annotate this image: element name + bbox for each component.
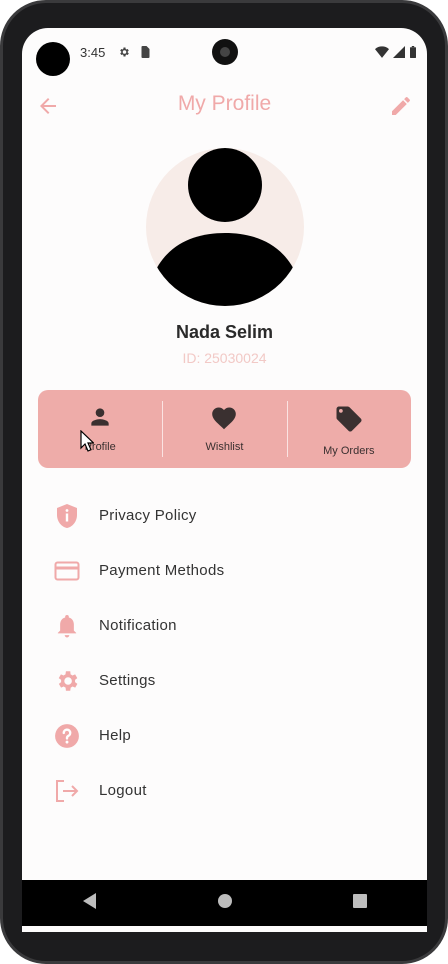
- menu-label-logout: Logout: [99, 782, 147, 799]
- status-time: 3:45: [80, 45, 106, 60]
- menu-item-logout[interactable]: Logout: [22, 763, 427, 818]
- my-orders-action-button[interactable]: My Orders: [286, 390, 411, 468]
- menu-item-payment-methods[interactable]: Payment Methods: [22, 543, 427, 598]
- nav-home-button[interactable]: [205, 883, 245, 923]
- status-camera-dot: [36, 42, 70, 76]
- menu-label-privacy-policy: Privacy Policy: [99, 507, 197, 524]
- menu-item-help[interactable]: Help: [22, 708, 427, 763]
- edit-button[interactable]: [389, 94, 415, 120]
- shield-info-icon: [54, 503, 80, 529]
- menu-item-settings[interactable]: Settings: [22, 653, 427, 708]
- square-recents-icon: [352, 893, 367, 913]
- profile-name: Nada Selim: [175, 322, 274, 342]
- my-orders-action-label: My Orders: [323, 445, 375, 457]
- nav-back-button[interactable]: [70, 883, 110, 923]
- credit-card-icon: [54, 558, 80, 584]
- app-screen: 3:45 My Profile Nada Selim ID: 25030024 …: [22, 28, 427, 932]
- page-title: My Profile: [177, 92, 272, 115]
- system-nav-bar: [22, 880, 427, 926]
- triangle-back-icon: [82, 892, 97, 914]
- profile-action-button[interactable]: Profile: [38, 390, 162, 468]
- settings-status-icon: [118, 45, 130, 63]
- logout-icon: [54, 778, 80, 804]
- menu-label-notification: Notification: [99, 617, 177, 634]
- status-bar: 3:45: [22, 28, 427, 80]
- front-camera: [212, 39, 238, 65]
- pencil-icon: [389, 96, 413, 122]
- menu-label-payment-methods: Payment Methods: [99, 562, 225, 579]
- person-silhouette-icon: [152, 148, 298, 306]
- app-bar: My Profile: [22, 86, 427, 126]
- wifi-icon: [375, 45, 389, 63]
- battery-icon: [409, 45, 417, 63]
- menu-label-settings: Settings: [99, 672, 156, 689]
- menu-label-help: Help: [99, 727, 132, 744]
- nav-recents-button[interactable]: [340, 883, 380, 923]
- signal-icon: [393, 45, 405, 63]
- help-icon: [54, 723, 80, 749]
- menu-item-privacy-policy[interactable]: Privacy Policy: [22, 488, 427, 543]
- wishlist-action-button[interactable]: Wishlist: [162, 390, 286, 468]
- gear-icon: [54, 668, 80, 694]
- profile-menu: Privacy Policy Payment Methods Notificat…: [22, 488, 427, 818]
- menu-item-notification[interactable]: Notification: [22, 598, 427, 653]
- profile-id: ID: 25030024: [182, 350, 267, 366]
- tag-icon: [334, 404, 364, 439]
- mouse-cursor-icon: [80, 429, 95, 457]
- heart-icon: [209, 404, 239, 435]
- circle-home-icon: [217, 893, 233, 914]
- bell-icon: [54, 613, 80, 639]
- wishlist-action-label: Wishlist: [205, 441, 244, 453]
- sim-card-icon: [140, 45, 151, 63]
- avatar[interactable]: [146, 148, 304, 306]
